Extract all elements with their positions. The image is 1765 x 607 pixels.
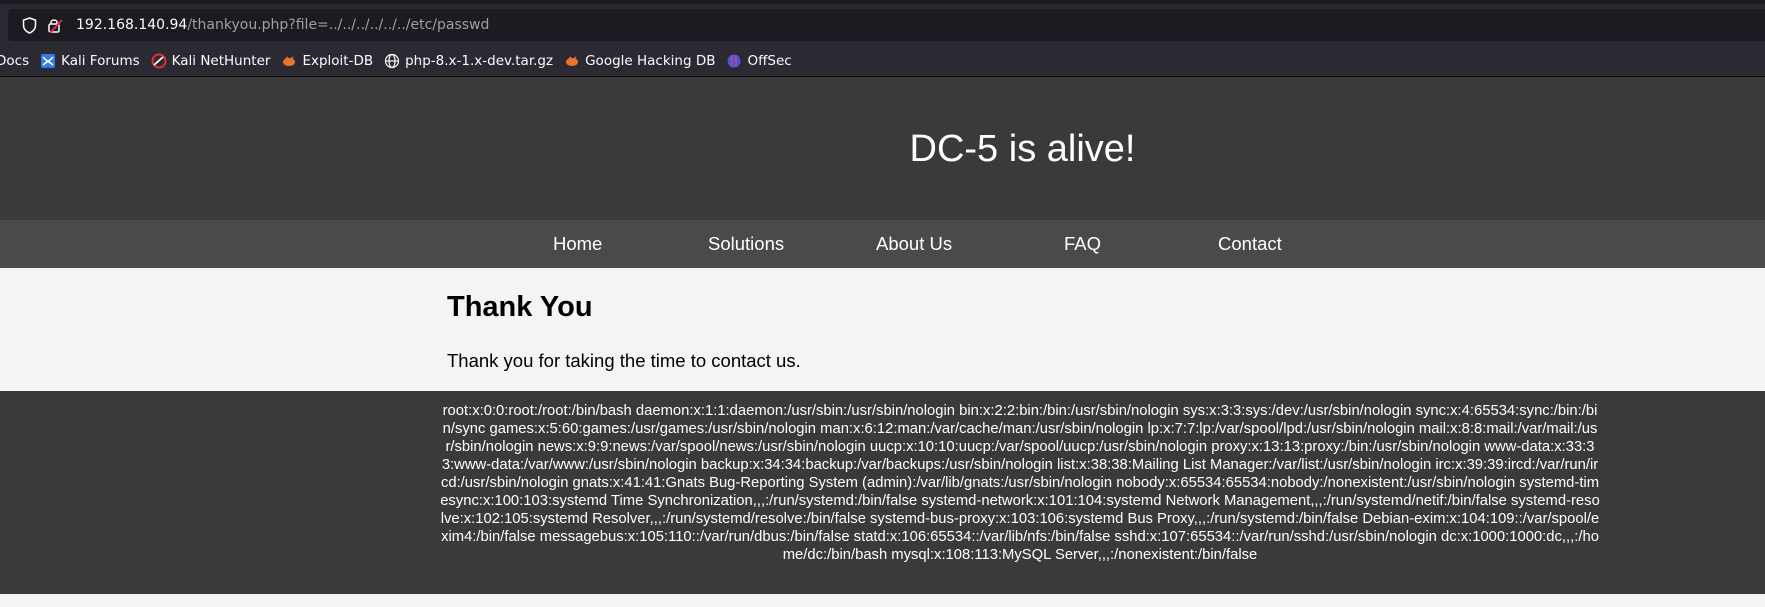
page-heading: Thank You: [447, 291, 593, 323]
kali-nethunter-icon: [151, 53, 167, 69]
lock-warning-icon[interactable]: [46, 16, 64, 34]
nav-contact[interactable]: Contact: [1218, 233, 1282, 255]
url-host: 192.168.140.94: [76, 17, 188, 33]
main-nav: Home Solutions About Us FAQ Contact: [0, 220, 1765, 268]
bookmark-label: php-8.x-1.x-dev.tar.gz: [405, 53, 554, 69]
bookmark-php[interactable]: php-8.x-1.x-dev.tar.gz: [384, 53, 553, 69]
exploit-db-icon: [564, 53, 580, 69]
footer-included-file-text: root:x:0:0:root:/root:/bin/bash daemon:x…: [440, 403, 1600, 563]
thank-you-message: Thank you for taking the time to contact…: [447, 350, 801, 371]
url-text[interactable]: 192.168.140.94/thankyou.php?file=../../.…: [76, 17, 489, 33]
nav-faq[interactable]: FAQ: [1064, 233, 1101, 255]
bookmark-google-hacking-db[interactable]: Google Hacking DB: [564, 53, 715, 69]
shield-icon[interactable]: [20, 16, 38, 34]
browser-toolbar: 192.168.140.94/thankyou.php?file=../../.…: [0, 4, 1765, 46]
nav-about-us[interactable]: About Us: [876, 233, 952, 255]
url-path: /thankyou.php?file=../../../../../../etc…: [187, 17, 490, 33]
exploit-db-icon: [281, 53, 297, 69]
bookmark-label: Kali NetHunter: [171, 53, 271, 69]
bookmark-label: Exploit-DB: [302, 53, 374, 69]
bookmark-label: Google Hacking DB: [585, 53, 716, 69]
main-content: Thank You Thank you for taking the time …: [0, 268, 1765, 391]
bookmark-label: Kali Forums: [61, 53, 140, 69]
nav-solutions[interactable]: Solutions: [708, 233, 784, 255]
site-title: DC-5 is alive!: [909, 128, 1136, 170]
bookmark-label: Docs: [0, 53, 30, 69]
site-header: DC-5 is alive!: [0, 77, 1765, 220]
bookmark-exploit-db[interactable]: Exploit-DB: [281, 53, 373, 69]
bookmark-label: OffSec: [747, 53, 792, 69]
nav-home[interactable]: Home: [553, 233, 602, 255]
bookmark-docs[interactable]: Docs: [0, 53, 29, 69]
bookmark-offsec[interactable]: OffSec: [726, 53, 792, 69]
bookmark-kali-nethunter[interactable]: Kali NetHunter: [151, 53, 271, 69]
bookmark-kali-forums[interactable]: Kali Forums: [40, 53, 140, 69]
address-bar[interactable]: 192.168.140.94/thankyou.php?file=../../.…: [8, 9, 1765, 41]
site-footer: root:x:0:0:root:/root:/bin/bash daemon:x…: [0, 391, 1765, 594]
kali-forums-icon: [40, 53, 56, 69]
bookmarks-toolbar: Docs Kali Forums Kali NetHunter Exploit-…: [0, 46, 1765, 77]
globe-icon: [384, 53, 400, 69]
offsec-icon: [726, 53, 742, 69]
